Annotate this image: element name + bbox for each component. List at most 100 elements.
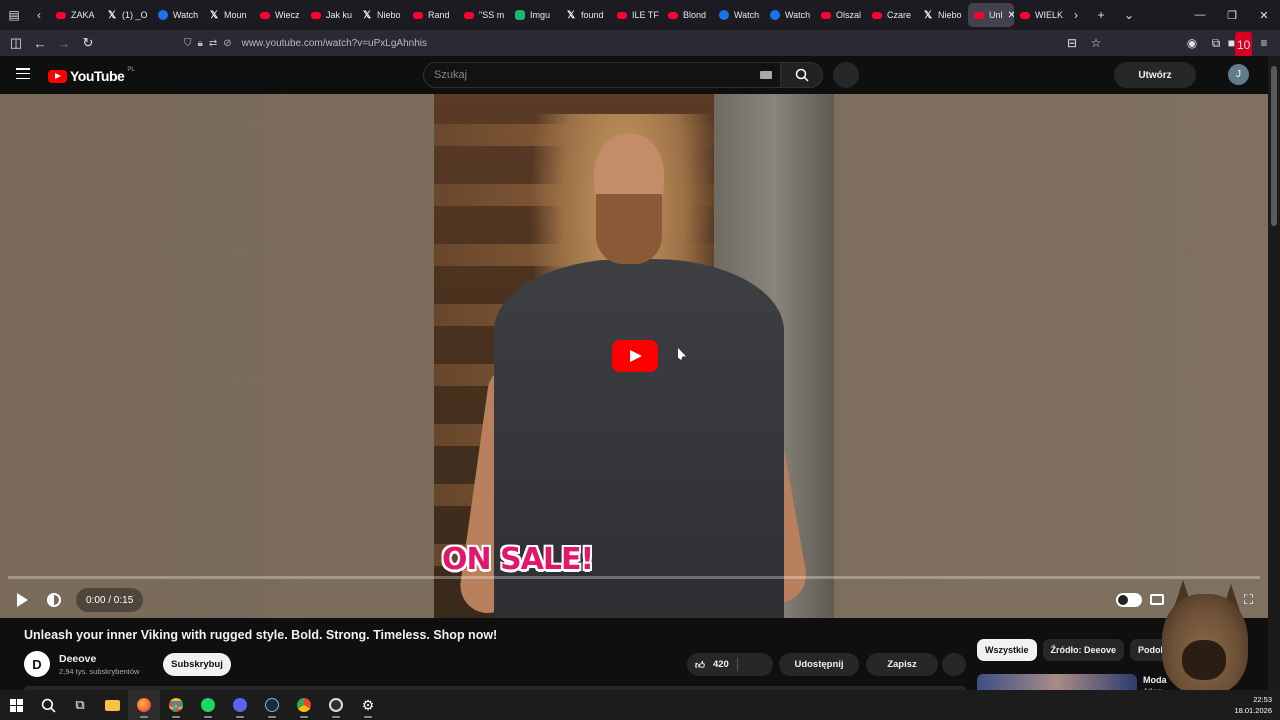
youtube-icon bbox=[464, 11, 474, 19]
like-divider bbox=[737, 658, 738, 671]
minimize-icon[interactable]: — bbox=[1184, 0, 1216, 30]
browser-nav-bar: ◫ ← → ↻ ⛉ 🔒︎ ⇄ ⊘ www.youtube.com/watch?v… bbox=[0, 30, 1280, 58]
channel-avatar[interactable]: D bbox=[24, 651, 50, 677]
browser-tab[interactable]: 𝕏found bbox=[560, 3, 611, 27]
system-clock[interactable]: 22:53 18.01.2026 bbox=[1234, 694, 1272, 716]
windows-taskbar: ⧉ ⚙ bbox=[0, 690, 1280, 720]
like-button[interactable]: 👍︎ 420 bbox=[687, 653, 773, 676]
address-bar[interactable]: ⛉ 🔒︎ ⇄ ⊘ www.youtube.com/watch?v=uPxLgAh… bbox=[178, 33, 1102, 53]
browser-tab[interactable]: Czare bbox=[866, 3, 917, 27]
channel-name[interactable]: Deeove bbox=[59, 653, 96, 665]
browser-tab[interactable]: Unl ✕ bbox=[968, 3, 1014, 27]
browser-tab-strip: ▤ ‹ ZAKA 𝕏 (1) _O Watch 𝕏 Moun Wiecz Jak ku 𝕏 Nie… bbox=[0, 0, 1280, 30]
shield-icon[interactable]: ⛉ bbox=[184, 38, 192, 49]
mute-button[interactable] bbox=[40, 586, 68, 614]
browser-tab[interactable]: 𝕏 Moun bbox=[203, 3, 254, 27]
browser-tab[interactable]: Imgu bbox=[509, 3, 560, 27]
related-video-thumbnail[interactable] bbox=[977, 674, 1137, 690]
create-button[interactable]: Utwórz bbox=[1114, 62, 1196, 88]
url-text[interactable]: www.youtube.com/watch?v=uPxLgAhnhis bbox=[242, 38, 427, 49]
browser-tab[interactable]: Watch bbox=[713, 3, 764, 27]
start-button[interactable] bbox=[0, 690, 32, 720]
browser-tab[interactable]: Olszal bbox=[815, 3, 866, 27]
forward-icon[interactable]: → bbox=[52, 30, 76, 56]
scroll-tabs-left-icon[interactable]: ‹ bbox=[28, 0, 50, 30]
video-title: Unleash your inner Viking with rugged st… bbox=[24, 628, 498, 642]
sidebar-toggle-icon[interactable]: ◫ bbox=[4, 30, 28, 56]
permissions-icon[interactable]: ⇄ bbox=[209, 38, 217, 49]
youtube-header: YouTube PL Szukaj Utwórz J bbox=[0, 56, 1268, 94]
chrome-icon[interactable] bbox=[160, 690, 192, 720]
video-player[interactable]: ON SALE! 0:00 / 0:15 ⛶ bbox=[0, 94, 1268, 618]
browser-tab[interactable]: "SS m bbox=[458, 3, 509, 27]
subscribe-button[interactable]: Subskrybuj bbox=[163, 653, 231, 676]
browser-tab[interactable]: ZAKA bbox=[50, 3, 101, 27]
firefox-icon[interactable] bbox=[128, 690, 160, 720]
browser-tab[interactable]: 𝕏 (1) _O bbox=[101, 3, 152, 27]
chip-from-channel[interactable]: Źródło: Deeove bbox=[1042, 639, 1125, 661]
save-button[interactable]: Zapisz bbox=[866, 653, 938, 676]
browser-tab[interactable]: Watch bbox=[152, 3, 203, 27]
share-button[interactable]: Udostępnij bbox=[779, 653, 859, 676]
chrome-profile-icon[interactable] bbox=[288, 690, 320, 720]
close-window-icon[interactable]: ✕ bbox=[1248, 0, 1280, 30]
tab-label: Unl bbox=[989, 10, 1003, 20]
reload-icon[interactable]: ↻ bbox=[76, 30, 100, 56]
obs-icon[interactable] bbox=[320, 690, 352, 720]
more-actions-button[interactable] bbox=[942, 653, 966, 676]
browser-tab[interactable]: 𝕏 Niebo bbox=[356, 3, 407, 27]
x-icon: 𝕏 bbox=[923, 9, 933, 21]
tab-label: Jak ku bbox=[326, 10, 353, 20]
browser-tab[interactable]: WIELK bbox=[1014, 3, 1065, 27]
spotify-icon[interactable] bbox=[192, 690, 224, 720]
reader-view-icon[interactable]: ⊟ bbox=[1060, 30, 1084, 56]
search-input[interactable]: Szukaj bbox=[423, 62, 781, 88]
youtube-icon bbox=[974, 11, 984, 19]
ublock-icon[interactable]: ■ 10 bbox=[1228, 30, 1253, 58]
x-icon: 𝕏 bbox=[107, 9, 117, 21]
file-explorer-icon[interactable] bbox=[96, 690, 128, 720]
search-icon bbox=[41, 698, 55, 712]
tab-list-dropdown-icon[interactable]: ⌄ bbox=[1115, 0, 1143, 30]
browser-tab[interactable]: Wiecz bbox=[254, 3, 305, 27]
account-avatar[interactable]: J bbox=[1228, 64, 1249, 85]
tab-label: Watch bbox=[173, 10, 199, 20]
extensions-icon[interactable]: ⧉ bbox=[1204, 30, 1228, 56]
browser-tab[interactable]: Rand bbox=[407, 3, 458, 27]
camera-blocked-icon[interactable]: ⊘ bbox=[223, 38, 231, 49]
page-scrollbar[interactable] bbox=[1268, 56, 1280, 690]
voice-search-button[interactable] bbox=[833, 62, 859, 88]
browser-tab[interactable]: Blond bbox=[662, 3, 713, 27]
progress-bar[interactable] bbox=[8, 576, 1260, 579]
large-play-button[interactable] bbox=[612, 340, 658, 372]
youtube-logo[interactable]: YouTube PL bbox=[48, 67, 135, 84]
bookmark-star-icon[interactable]: ☆ bbox=[1084, 30, 1108, 56]
dog-muzzle bbox=[1182, 640, 1226, 680]
taskbar-search[interactable] bbox=[32, 690, 64, 720]
browser-tab[interactable]: 𝕏 Niebo bbox=[917, 3, 968, 27]
keyboard-icon[interactable] bbox=[760, 71, 772, 79]
scroll-tabs-right-icon[interactable]: › bbox=[1065, 0, 1087, 30]
settings-app-icon[interactable]: ⚙ bbox=[352, 690, 384, 720]
new-tab-icon[interactable]: + bbox=[1087, 0, 1115, 30]
search-button[interactable] bbox=[781, 62, 823, 88]
account-icon[interactable]: ◉ bbox=[1180, 30, 1204, 56]
search-icon bbox=[795, 68, 809, 82]
browser-tab[interactable]: Jak ku bbox=[305, 3, 356, 27]
guide-menu-icon[interactable] bbox=[16, 68, 30, 79]
discord-icon[interactable] bbox=[224, 690, 256, 720]
menu-icon[interactable]: ≡ bbox=[1252, 30, 1276, 56]
lock-icon[interactable]: 🔒︎ bbox=[198, 38, 203, 49]
browser-tab[interactable]: ILE TF bbox=[611, 3, 662, 27]
task-view-icon[interactable]: ⧉ bbox=[64, 690, 96, 720]
chip-all[interactable]: Wszystkie bbox=[977, 639, 1037, 661]
scrollbar-thumb[interactable] bbox=[1271, 66, 1277, 226]
play-icon bbox=[16, 593, 28, 607]
restore-icon[interactable]: ❐ bbox=[1216, 0, 1248, 30]
play-button[interactable] bbox=[8, 586, 36, 614]
back-icon[interactable]: ← bbox=[28, 30, 52, 56]
autoplay-toggle[interactable] bbox=[1116, 593, 1142, 607]
tab-overview-icon[interactable]: ▤ bbox=[0, 0, 28, 30]
steam-icon[interactable] bbox=[256, 690, 288, 720]
browser-tab[interactable]: Watch bbox=[764, 3, 815, 27]
